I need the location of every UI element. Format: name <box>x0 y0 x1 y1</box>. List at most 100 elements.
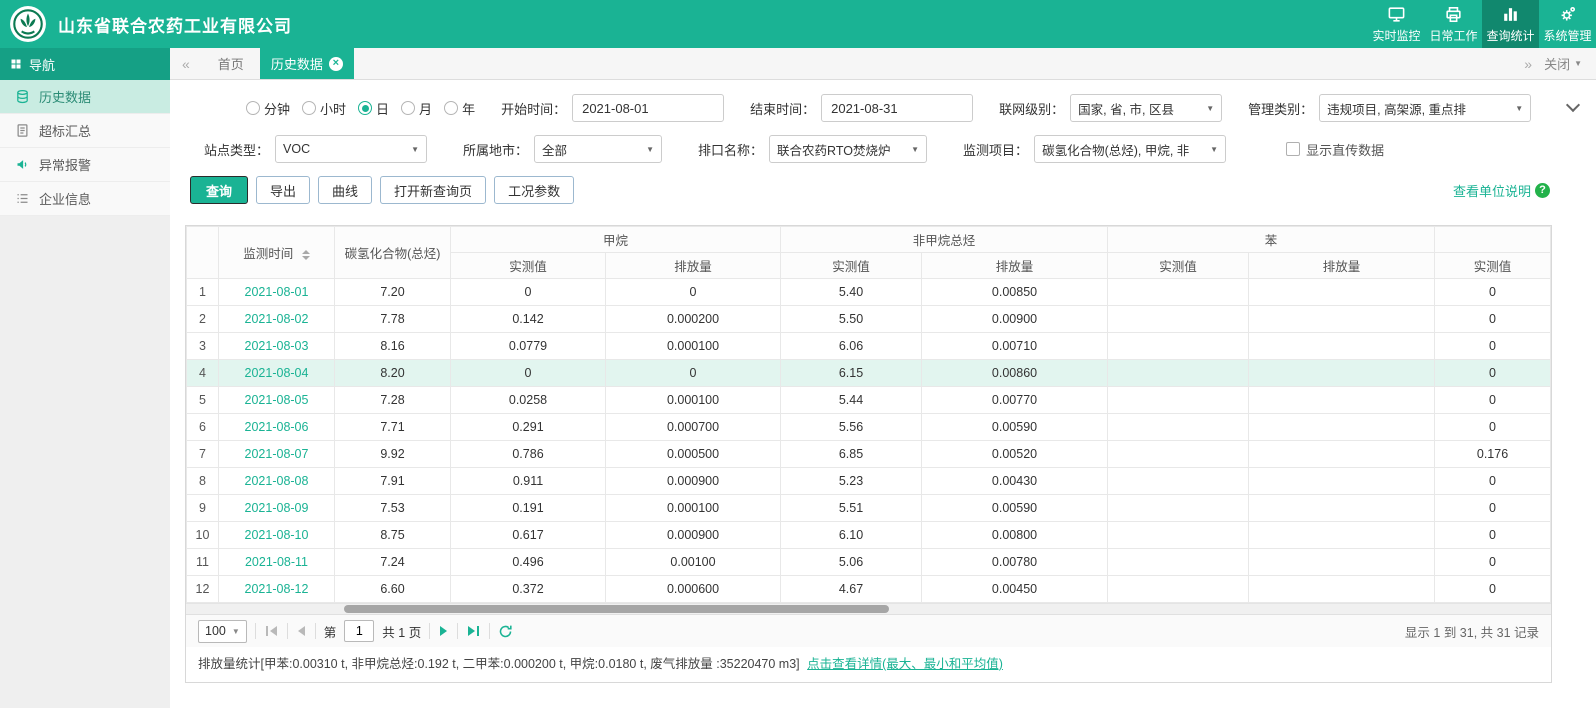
refresh-icon[interactable] <box>498 624 513 639</box>
close-tabs-label: 关闭 <box>1544 54 1570 73</box>
city-select[interactable]: 全部 ▼ <box>534 135 662 163</box>
tab-home[interactable]: 首页 <box>202 48 260 79</box>
sidebar-item-abnormal-alarm[interactable]: 异常报警 <box>0 148 170 182</box>
last-page-button[interactable] <box>466 626 481 636</box>
start-date-input[interactable] <box>572 94 724 122</box>
radio-minute[interactable]: 分钟 <box>246 99 290 118</box>
row-index: 6 <box>187 414 219 441</box>
monitor-date-link[interactable]: 2021-08-11 <box>219 549 335 576</box>
table-row[interactable]: 92021-08-097.530.1910.0001005.510.005900 <box>187 495 1551 522</box>
table-row[interactable]: 42021-08-048.20006.150.008600 <box>187 360 1551 387</box>
cell-value: 0 <box>451 360 606 387</box>
horizontal-scrollbar[interactable] <box>186 603 1551 614</box>
cell-value: 8.20 <box>335 360 451 387</box>
cell-value: 0.000700 <box>606 414 781 441</box>
monitor-date-link[interactable]: 2021-08-03 <box>219 333 335 360</box>
monitor-date-link[interactable]: 2021-08-10 <box>219 522 335 549</box>
sidebar-item-history-data[interactable]: 历史数据 <box>0 80 170 114</box>
nav-query-stats[interactable]: 查询统计 <box>1482 0 1539 48</box>
sidebar-title-label: 导航 <box>29 55 55 74</box>
monitor-date-link[interactable]: 2021-08-04 <box>219 360 335 387</box>
radio-day[interactable]: 日 <box>358 99 389 118</box>
table-row[interactable]: 82021-08-087.910.9110.0009005.230.004300 <box>187 468 1551 495</box>
table-row[interactable]: 102021-08-108.750.6170.0009006.100.00800… <box>187 522 1551 549</box>
row-index: 2 <box>187 306 219 333</box>
top-nav: 实时监控 日常工作 查询统计 系统管理 <box>1368 0 1596 48</box>
tabs-scroll-right-icon[interactable]: » <box>1512 56 1544 72</box>
cell-value <box>1249 468 1435 495</box>
table-row[interactable]: 62021-08-067.710.2910.0007005.560.005900 <box>187 414 1551 441</box>
export-button[interactable]: 导出 <box>256 176 310 204</box>
radio-hour[interactable]: 小时 <box>302 99 346 118</box>
monitor-date-link[interactable]: 2021-08-09 <box>219 495 335 522</box>
cell-value <box>1249 414 1435 441</box>
first-page-button[interactable] <box>264 626 279 636</box>
cell-value: 5.40 <box>781 279 922 306</box>
unit-help-link[interactable]: 查看单位说明 ? <box>1453 181 1580 200</box>
monitor-date-link[interactable]: 2021-08-02 <box>219 306 335 333</box>
manage-type-select[interactable]: 违规项目, 高架源, 重点排 ▼ <box>1319 94 1531 122</box>
sidebar-item-company-info[interactable]: 企业信息 <box>0 182 170 216</box>
sidebar-title: 导航 <box>0 48 170 80</box>
stats-detail-link[interactable]: 点击查看详情(最大、最小和平均值) <box>807 657 1003 671</box>
cell-value: 0.000500 <box>606 441 781 468</box>
top-header: 山东省联合农药工业有限公司 实时监控 日常工作 查询统计 系统管理 <box>0 0 1596 48</box>
scrollbar-thumb[interactable] <box>344 605 889 613</box>
monitor-item-select[interactable]: 碳氢化合物(总烃), 甲烷, 非 ▼ <box>1034 135 1226 163</box>
radio-icon <box>246 101 260 115</box>
brand: 山东省联合农药工业有限公司 <box>0 0 292 48</box>
monitor-date-link[interactable]: 2021-08-12 <box>219 576 335 603</box>
end-time-label: 结束时间： <box>750 99 815 118</box>
tab-label: 历史数据 <box>271 54 323 73</box>
table-row[interactable]: 12021-08-017.20005.400.008500 <box>187 279 1551 306</box>
network-level-select[interactable]: 国家, 省, 市, 区县 ▼ <box>1070 94 1222 122</box>
sort-icon[interactable] <box>302 250 310 260</box>
monitor-date-link[interactable]: 2021-08-07 <box>219 441 335 468</box>
sub-header: 排放量 <box>606 253 781 279</box>
chevron-down-icon: ▼ <box>911 145 919 154</box>
cell-value: 0.00450 <box>922 576 1108 603</box>
radio-year[interactable]: 年 <box>444 99 475 118</box>
nav-realtime-monitor[interactable]: 实时监控 <box>1368 0 1425 48</box>
monitor-date-link[interactable]: 2021-08-05 <box>219 387 335 414</box>
open-new-query-button[interactable]: 打开新查询页 <box>380 176 486 204</box>
condition-params-button[interactable]: 工况参数 <box>494 176 574 204</box>
end-date-input[interactable] <box>821 94 973 122</box>
table-row[interactable]: 52021-08-057.280.02580.0001005.440.00770… <box>187 387 1551 414</box>
close-tab-icon[interactable]: × <box>329 57 343 71</box>
nav-label: 系统管理 <box>1543 27 1591 44</box>
direct-data-checkbox[interactable]: 显示直传数据 <box>1286 140 1384 159</box>
table-row[interactable]: 72021-08-079.920.7860.0005006.850.005200… <box>187 441 1551 468</box>
select-value: VOC <box>283 142 310 156</box>
next-page-button[interactable] <box>438 626 449 636</box>
nav-daily-work[interactable]: 日常工作 <box>1425 0 1482 48</box>
close-tabs-menu[interactable]: 关闭 ▼ <box>1544 54 1582 73</box>
station-type-select[interactable]: VOC ▼ <box>275 135 427 163</box>
cell-value: 5.44 <box>781 387 922 414</box>
curve-button[interactable]: 曲线 <box>318 176 372 204</box>
tabs-scroll-left-icon[interactable]: « <box>170 56 202 72</box>
nav-system-manage[interactable]: 系统管理 <box>1539 0 1596 48</box>
outlet-name-select[interactable]: 联合农药RTO焚烧炉 ▼ <box>769 135 927 163</box>
tab-history-data[interactable]: 历史数据 × <box>260 48 354 79</box>
monitor-date-link[interactable]: 2021-08-08 <box>219 468 335 495</box>
monitor-date-link[interactable]: 2021-08-06 <box>219 414 335 441</box>
cell-value <box>1249 387 1435 414</box>
sidebar-item-exceed-summary[interactable]: 超标汇总 <box>0 114 170 148</box>
prev-page-button[interactable] <box>296 626 307 636</box>
table-row[interactable]: 112021-08-117.240.4960.001005.060.007800 <box>187 549 1551 576</box>
monitor-date-link[interactable]: 2021-08-01 <box>219 279 335 306</box>
table-row[interactable]: 22021-08-027.780.1420.0002005.500.009000 <box>187 306 1551 333</box>
page-number-input[interactable] <box>344 620 374 642</box>
chevron-down-icon: ▼ <box>232 627 240 636</box>
col-time-header[interactable]: 监测时间 <box>219 227 335 279</box>
radio-month[interactable]: 月 <box>401 99 432 118</box>
chevron-down-icon: ▼ <box>646 145 654 154</box>
table-row[interactable]: 122021-08-126.600.3720.0006004.670.00450… <box>187 576 1551 603</box>
table-row[interactable]: 32021-08-038.160.07790.0001006.060.00710… <box>187 333 1551 360</box>
cell-value: 0 <box>1435 522 1551 549</box>
cell-value: 7.53 <box>335 495 451 522</box>
query-button[interactable]: 查询 <box>190 176 248 204</box>
page-size-select[interactable]: 100 ▼ <box>198 620 247 643</box>
cell-value: 0 <box>1435 306 1551 333</box>
